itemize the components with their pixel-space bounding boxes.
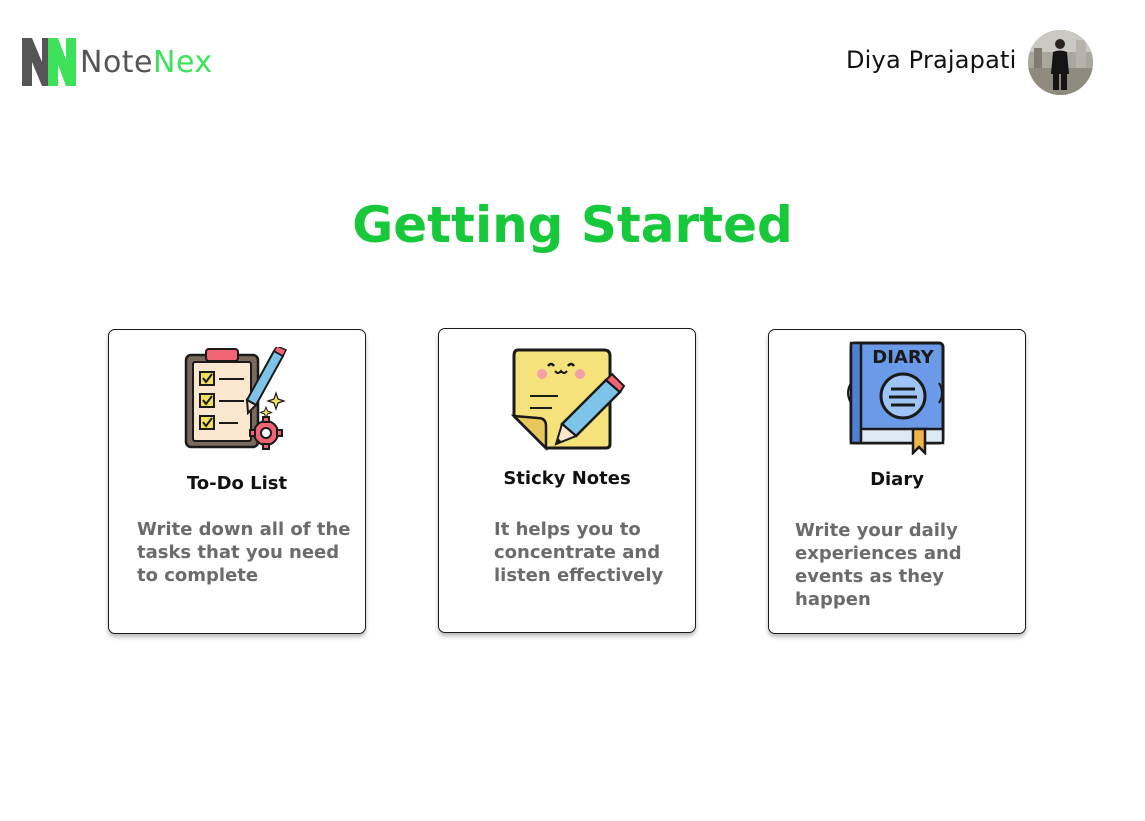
page-title: Getting Started [352,196,793,254]
diary-cover-text: DIARY [872,347,934,368]
card-description: It helps you to concentrate and listen e… [494,519,664,586]
brand-name-part1: Note [80,44,154,80]
card-todo-illustration [109,347,365,453]
card-diary-illustration: DIARY [769,341,1025,455]
card-sticky-illustration [439,346,695,452]
user-name[interactable]: Diya Prajapati [846,46,1017,74]
card-title: Sticky Notes [503,468,631,489]
user-photo-icon [1028,30,1093,95]
notenex-logo-icon [22,38,76,86]
diary-icon: DIARY [847,341,945,455]
checklist-icon [184,347,288,450]
card-title: To-Do List [186,473,288,494]
brand-name: NoteNex [80,45,213,80]
brand-logo[interactable]: NoteNex [22,36,213,88]
user-avatar[interactable] [1028,30,1093,95]
card-todo-list[interactable]: To-Do List Write down all of the tasks t… [108,329,366,634]
card-diary[interactable]: DIARY Diary Write your daily experiences… [768,329,1026,634]
card-title: Diary [870,469,924,490]
card-description: Write down all of the tasks that you nee… [137,519,351,586]
card-description: Write your daily experiences and events … [795,520,962,610]
card-sticky-notes[interactable]: Sticky Notes It helps you to concentrate… [438,328,696,633]
sticky-note-icon [510,348,626,452]
brand-name-part2: Nex [153,44,213,80]
